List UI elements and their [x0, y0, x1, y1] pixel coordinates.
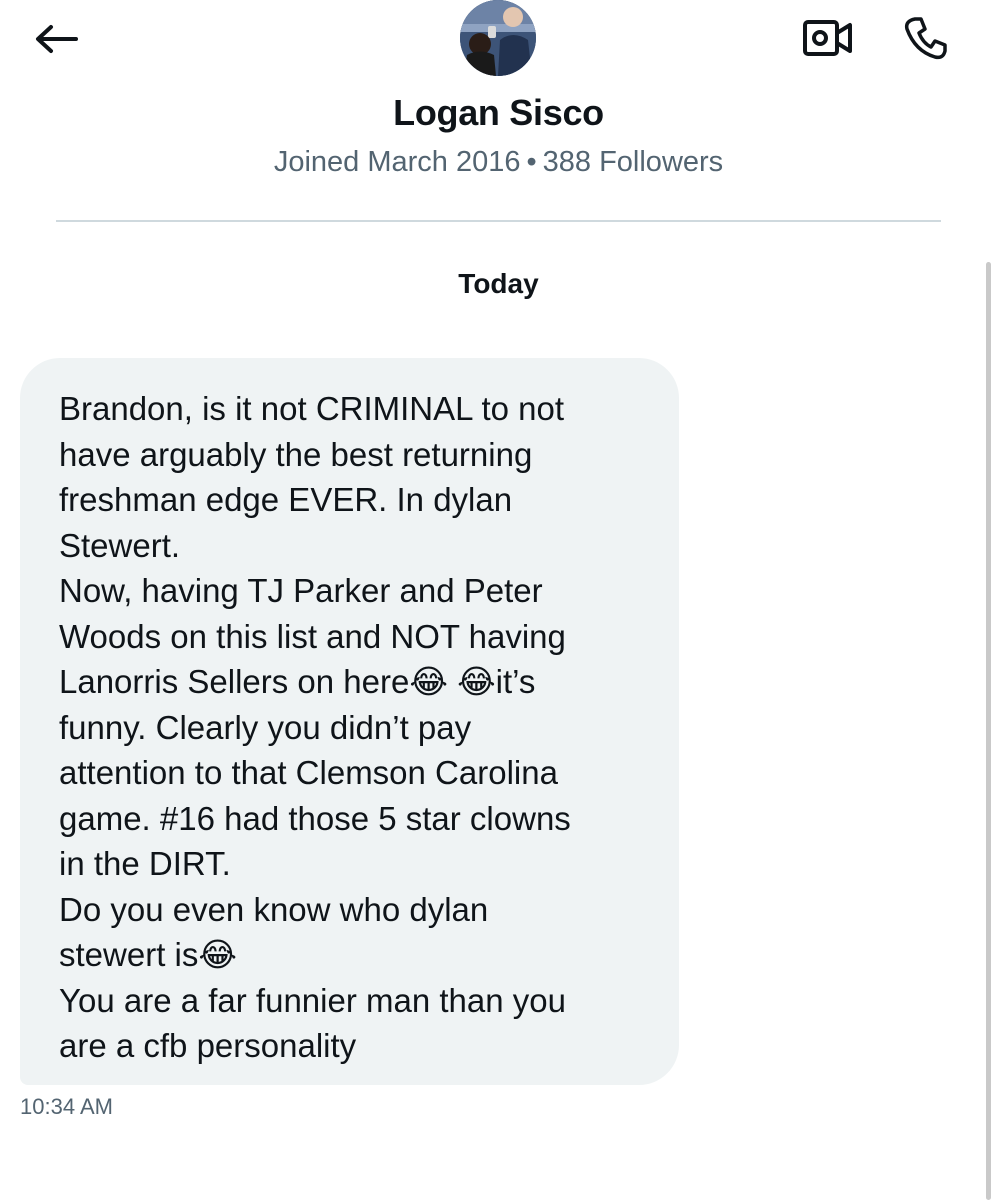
video-camera-icon	[803, 20, 852, 56]
message-line: attention to that Clemson Carolina	[59, 754, 558, 791]
phone-call-button[interactable]	[897, 12, 955, 64]
message-line: Woods on this list and NOT having	[59, 617, 566, 655]
message-line: in the DIRT.	[59, 845, 231, 882]
message-line: Stewert.	[59, 526, 181, 564]
message-line: funny. Clearly you didn’t pay	[59, 708, 472, 746]
message-line: stewert is😂	[59, 936, 237, 973]
followers-count[interactable]: 388 Followers	[543, 146, 724, 178]
video-call-button[interactable]	[799, 12, 857, 64]
joined-date: Joined March 2016	[273, 146, 521, 178]
message-line: You are a far funnier man than you	[59, 981, 566, 1019]
message-line: Now, having TJ Parker and Peter	[59, 572, 543, 609]
message-line: Brandon, is it not CRIMINAL to not	[59, 390, 565, 427]
profile-meta: Joined March 2016 • 388 Followers	[0, 146, 997, 179]
scrollbar[interactable]	[986, 262, 991, 1200]
day-separator: Today	[458, 268, 539, 299]
phone-icon	[904, 17, 947, 60]
arrow-left-icon	[36, 25, 78, 53]
message-bubble[interactable]: Brandon, is it not CRIMINAL to not have …	[20, 358, 679, 1085]
message-line: freshman edge EVER. In dylan	[59, 481, 513, 518]
message-line: have arguably the best returning	[59, 435, 533, 473]
back-button[interactable]	[30, 16, 82, 62]
message-line: are a cfb personality	[59, 1027, 357, 1064]
profile-name[interactable]: Logan Sisco	[0, 92, 997, 134]
avatar[interactable]	[460, 0, 536, 76]
message-line: game. #16 had those 5 star clowns	[59, 799, 571, 837]
divider	[56, 220, 941, 222]
message-timestamp: 10:34 AM	[20, 1094, 113, 1119]
meta-separator: •	[526, 146, 537, 178]
message-line: Lanorris Sellers on here😂 😂it’s	[59, 663, 536, 700]
profile-photo	[460, 0, 536, 76]
message-line: Do you even know who dylan	[59, 890, 489, 928]
